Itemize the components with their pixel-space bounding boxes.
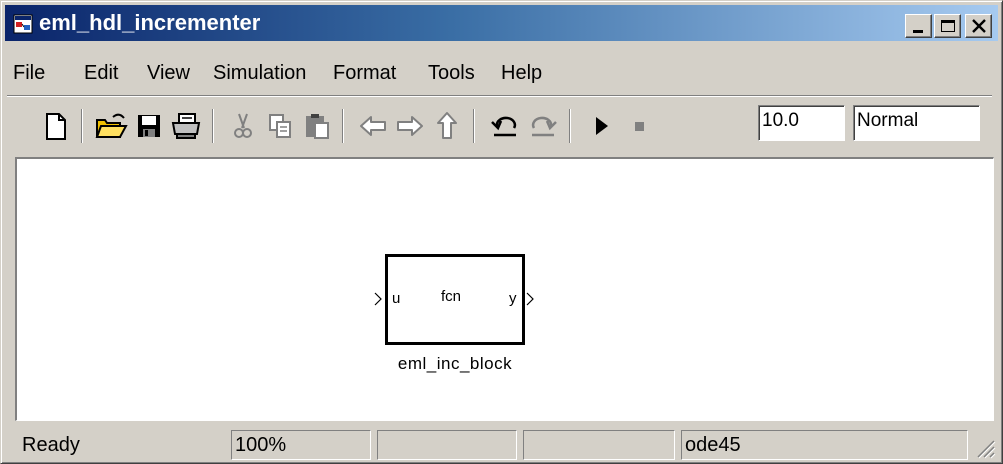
paste-button[interactable] (299, 108, 335, 144)
menu-tools[interactable]: Tools (428, 60, 475, 86)
output-port-label: y (509, 290, 517, 307)
new-document-icon (46, 113, 66, 140)
cut-button[interactable] (225, 108, 261, 144)
save-button[interactable] (131, 108, 167, 144)
save-icon (138, 115, 160, 137)
up-arrow-icon (437, 112, 457, 139)
menu-view[interactable]: View (147, 60, 190, 86)
simulink-model-icon (13, 14, 33, 34)
maximize-button[interactable] (934, 14, 961, 38)
menu-help[interactable]: Help (501, 60, 542, 86)
print-icon (171, 113, 201, 139)
menu-bar: File Edit View Simulation Format Tools H… (5, 55, 998, 91)
cut-icon (234, 113, 252, 138)
block-function-label: fcn (441, 288, 462, 305)
stop-icon (635, 122, 644, 131)
status-empty-2 (523, 430, 675, 460)
up-button[interactable] (429, 108, 465, 144)
play-icon (596, 117, 608, 135)
menu-format[interactable]: Format (333, 60, 396, 86)
status-state: Ready (22, 434, 80, 456)
maximize-icon (941, 20, 955, 32)
new-model-button[interactable] (37, 108, 73, 144)
simulation-mode-select[interactable]: Normal (853, 105, 980, 141)
toolbar (5, 99, 998, 153)
stop-simulation-button[interactable] (621, 108, 657, 144)
back-arrow-icon (360, 116, 386, 136)
toolbar-separator (473, 109, 475, 143)
model-window: eml_hdl_incrementer File Edit View Simul… (0, 0, 1003, 464)
title-bar[interactable]: eml_hdl_incrementer (5, 5, 998, 41)
close-icon (972, 19, 986, 33)
input-port-label: u (392, 290, 401, 307)
toolbar-separator (81, 109, 83, 143)
status-solver: ode45 (681, 430, 968, 460)
redo-button[interactable] (525, 108, 561, 144)
menu-edit[interactable]: Edit (84, 60, 118, 86)
status-bar: Ready 100% ode45 (5, 428, 998, 461)
start-simulation-button[interactable] (583, 108, 619, 144)
copy-icon (269, 114, 291, 138)
output-port-arrow-icon (526, 292, 534, 306)
close-button[interactable] (965, 14, 992, 38)
toolbar-separator (569, 109, 571, 143)
matlab-function-block[interactable]: u fcn y (385, 254, 525, 345)
block-name-label[interactable]: eml_inc_block (377, 354, 533, 374)
undo-icon (491, 116, 517, 137)
open-button[interactable] (93, 108, 129, 144)
input-port-arrow-icon (374, 292, 382, 306)
status-empty-1 (377, 430, 517, 460)
redo-icon (531, 116, 557, 137)
resize-grip-icon[interactable] (974, 437, 996, 459)
toolbar-separator (342, 109, 344, 143)
undo-button[interactable] (487, 108, 523, 144)
model-canvas[interactable]: u fcn y eml_inc_block (15, 157, 994, 421)
forward-button[interactable] (392, 108, 428, 144)
stop-time-input[interactable]: 10.0 (758, 105, 845, 141)
minimize-icon (913, 30, 923, 33)
status-zoom: 100% (231, 430, 371, 460)
menu-simulation[interactable]: Simulation (213, 60, 306, 86)
menu-toolbar-divider (7, 95, 992, 97)
copy-button[interactable] (262, 108, 298, 144)
print-button[interactable] (168, 108, 204, 144)
forward-arrow-icon (397, 116, 423, 136)
window-title: eml_hdl_incrementer (39, 10, 261, 35)
menu-file[interactable]: File (13, 60, 45, 86)
back-button[interactable] (355, 108, 391, 144)
minimize-button[interactable] (905, 14, 932, 38)
toolbar-separator (212, 109, 214, 143)
paste-icon (306, 114, 329, 139)
open-folder-icon (95, 113, 128, 138)
